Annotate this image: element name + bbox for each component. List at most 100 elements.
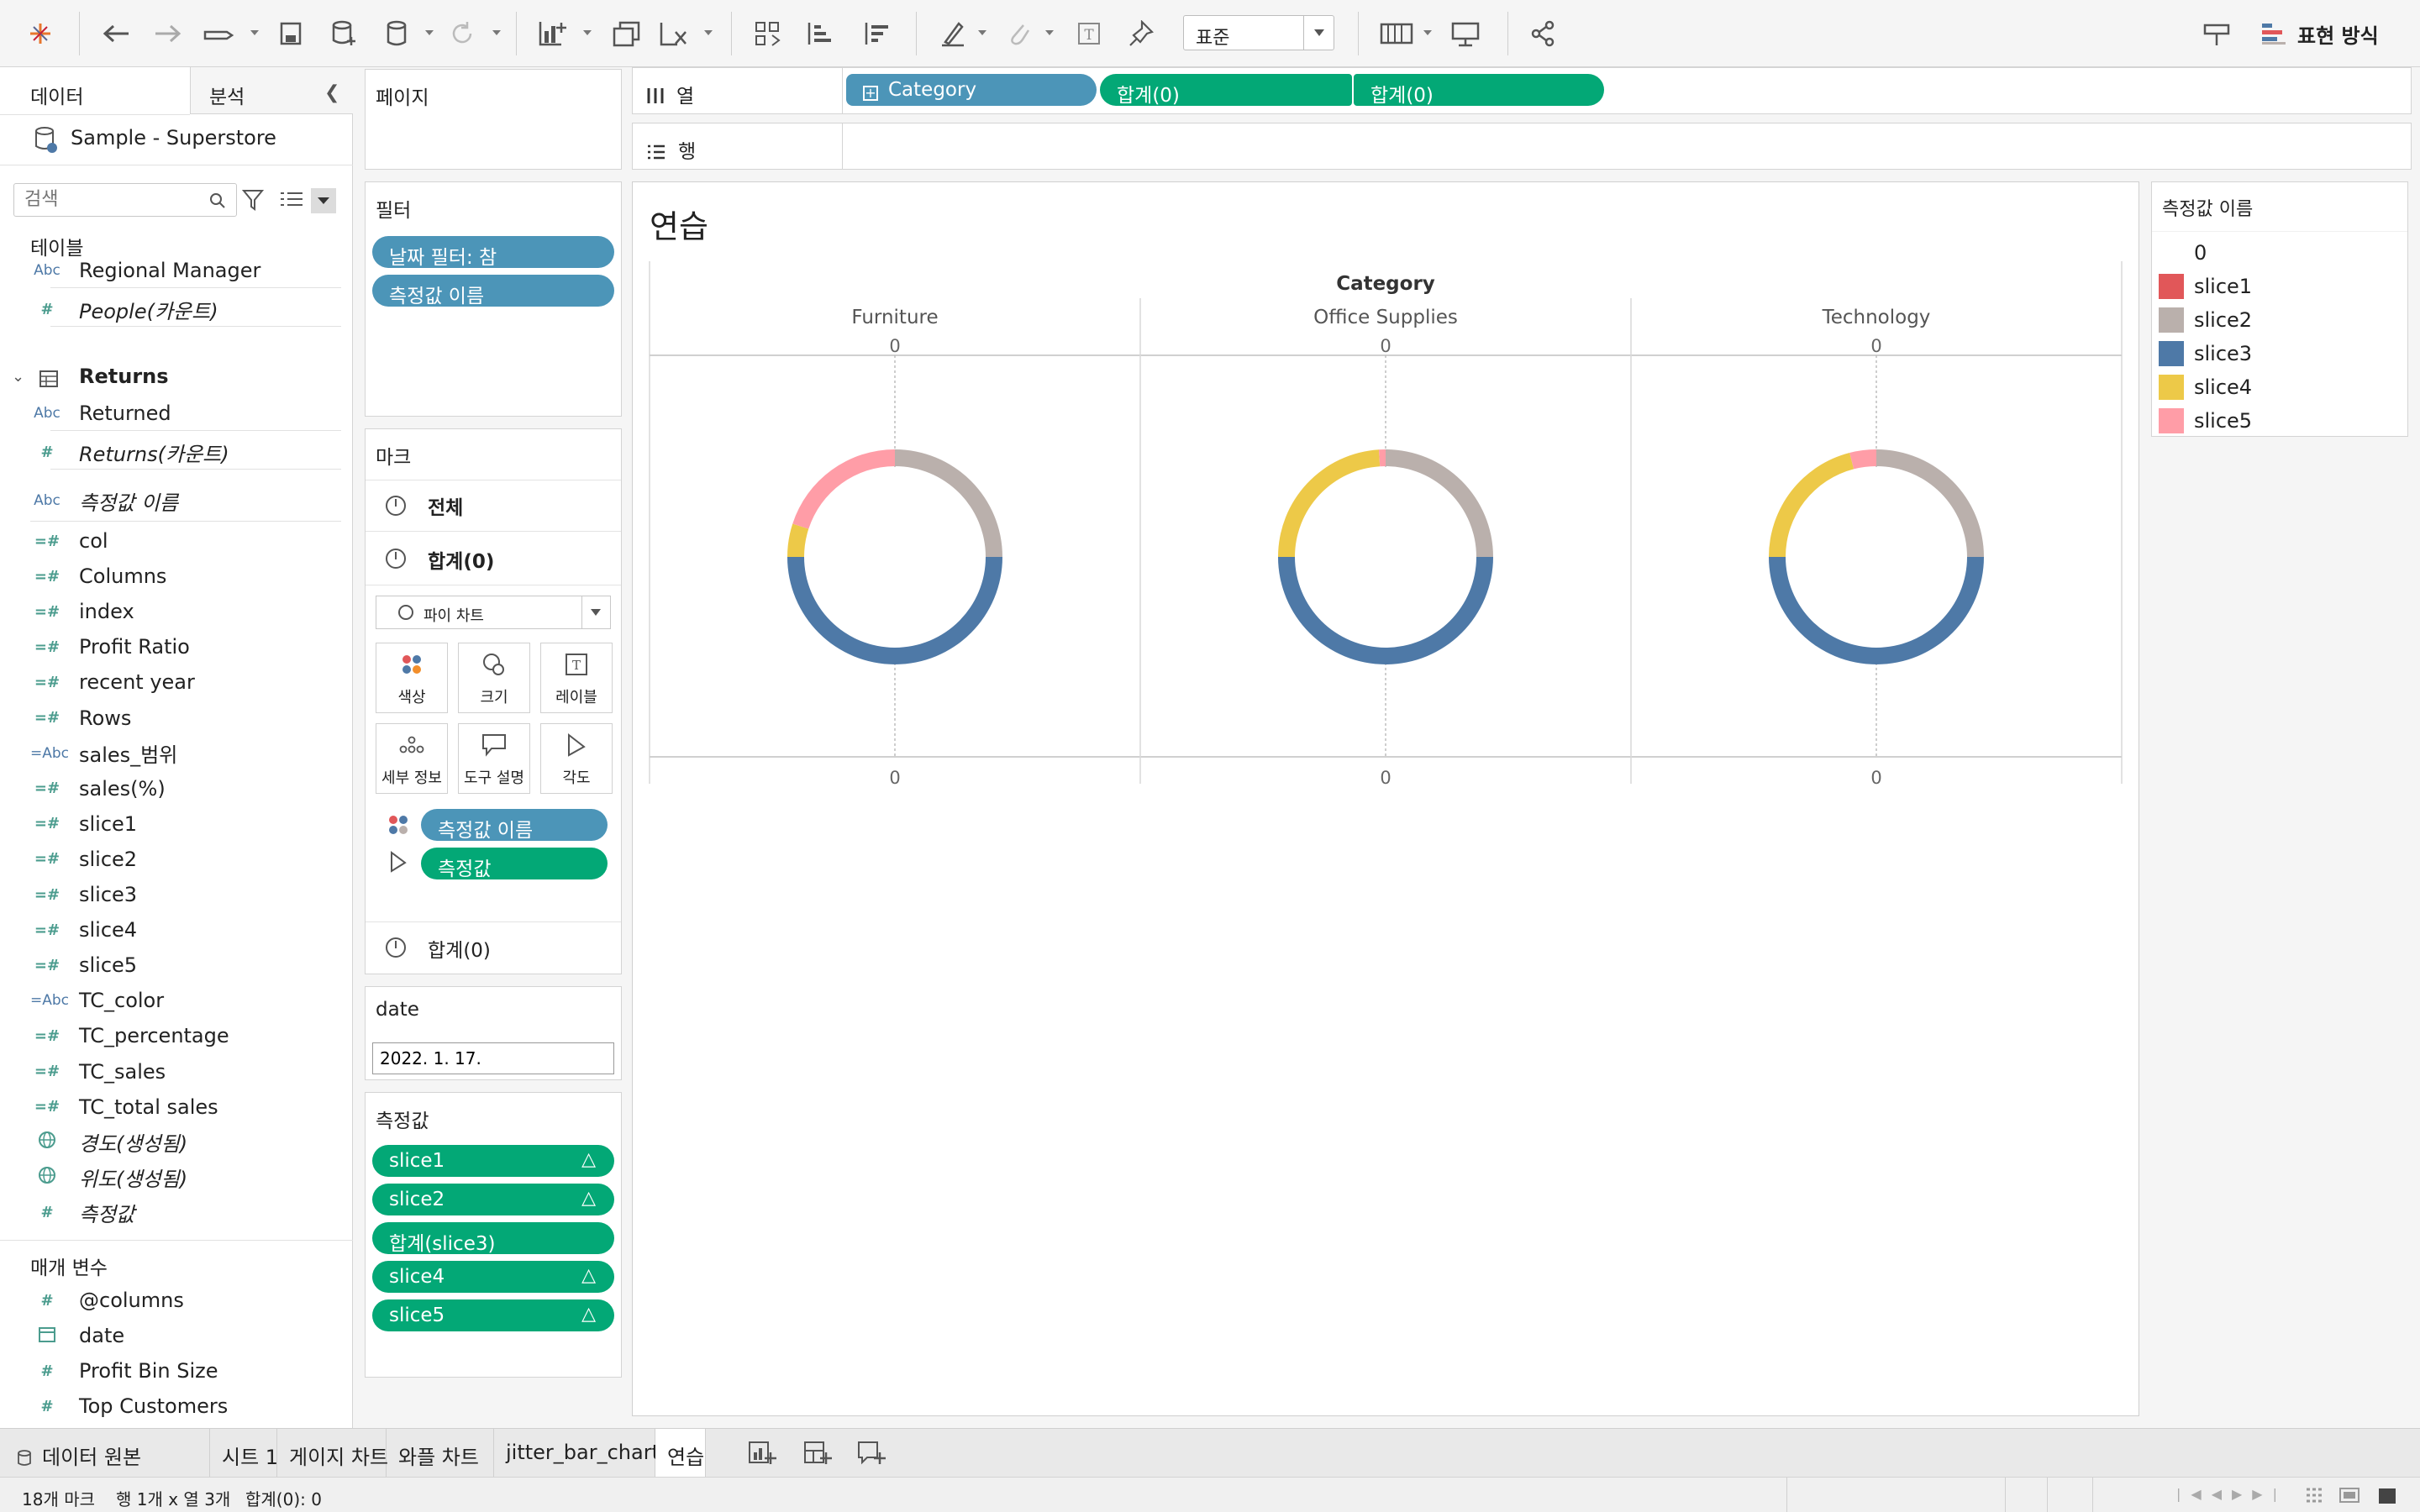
date-parameter-input[interactable] xyxy=(372,1042,614,1074)
size-button[interactable]: 크기 xyxy=(458,643,530,713)
field-slice1[interactable]: =# slice1 xyxy=(0,807,353,841)
field-profit-ratio[interactable]: =# Profit Ratio xyxy=(0,630,353,664)
color-button[interactable]: 색상 xyxy=(376,643,448,713)
filter-pill-date[interactable]: 날짜 필터: 참 xyxy=(372,236,614,269)
legend-item[interactable]: slice3 xyxy=(2159,337,2252,370)
field-recent-year[interactable]: =# recent year xyxy=(0,665,353,699)
field-경도-생성됨-[interactable]: 경도(생성됨) xyxy=(0,1126,353,1159)
field-index[interactable]: =# index xyxy=(0,595,353,628)
field-profit-bin-size[interactable]: # Profit Bin Size xyxy=(0,1354,353,1388)
datasource-name[interactable]: Sample - Superstore xyxy=(71,126,276,150)
new-dashboard-tab-icon[interactable] xyxy=(803,1441,832,1469)
sheet-tab[interactable]: jitter_bar_chart xyxy=(494,1429,660,1477)
measure-value-pill[interactable]: slice1 △ xyxy=(372,1145,614,1177)
tab-data-source[interactable]: 데이터 원본 xyxy=(0,1429,210,1477)
columns-pill-category[interactable]: + Category xyxy=(846,74,1097,106)
detail-button[interactable]: 세부 정보 xyxy=(376,723,448,794)
new-datasource-icon[interactable] xyxy=(328,17,361,50)
show-cards-icon[interactable] xyxy=(1380,17,1413,50)
filter-pill-measure-names[interactable]: 측정값 이름 xyxy=(372,275,614,307)
marks-all-row[interactable]: 전체 xyxy=(366,480,621,532)
show-mark-labels-icon[interactable]: T xyxy=(1072,17,1106,50)
show-tabs-icon[interactable] xyxy=(2378,1488,2396,1504)
fit-select[interactable]: 표준 xyxy=(1183,15,1334,50)
duplicate-sheet-icon[interactable] xyxy=(610,17,644,50)
field-tc-sales[interactable]: =# TC_sales xyxy=(0,1055,353,1089)
collapse-pane-icon[interactable]: ❮ xyxy=(324,82,339,103)
search-input[interactable] xyxy=(14,184,182,214)
field-sales-범위[interactable]: =Abc sales_범위 xyxy=(0,737,353,770)
sheet-tab[interactable]: 시트 1 xyxy=(210,1429,278,1477)
field-위도-생성됨-[interactable]: 위도(생성됨) xyxy=(0,1161,353,1194)
chevron-down-icon[interactable] xyxy=(581,596,610,628)
replay-icon[interactable] xyxy=(202,17,235,50)
sheet-sorter-icon[interactable] xyxy=(2306,1488,2323,1503)
legend-item[interactable]: 0 xyxy=(2159,236,2207,270)
field-slice4[interactable]: =# slice4 xyxy=(0,913,353,947)
refresh-icon[interactable] xyxy=(445,17,479,50)
field-returns-카운트-[interactable]: # Returns(카운트) xyxy=(0,435,353,469)
view-toolbar-icon[interactable] xyxy=(2200,17,2233,50)
legend-item[interactable]: slice4 xyxy=(2159,370,2252,404)
measure-value-pill[interactable]: slice2 △ xyxy=(372,1184,614,1215)
redo-icon[interactable] xyxy=(151,17,185,50)
share-icon[interactable] xyxy=(1526,17,1560,50)
show-me-button[interactable]: 표현 방식 xyxy=(2260,17,2379,50)
field-sales-[interactable]: =# sales(%) xyxy=(0,772,353,806)
field-columns[interactable]: =# Columns xyxy=(0,559,353,593)
view-options-dropdown[interactable] xyxy=(311,188,336,213)
rows-shelf[interactable]: 행 xyxy=(632,123,2412,170)
tableau-logo-icon[interactable] xyxy=(24,17,57,50)
angle-button[interactable]: 각도 xyxy=(540,723,613,794)
filters-card[interactable]: 필터 날짜 필터: 참 측정값 이름 xyxy=(365,181,622,417)
sort-descending-icon[interactable] xyxy=(860,17,894,50)
sheet-navigation-icons[interactable]: |◀◀▶▶| xyxy=(2176,1486,2287,1502)
group-members-icon[interactable] xyxy=(1002,17,1035,50)
list-view-icon[interactable] xyxy=(279,190,304,210)
clear-sheet-icon[interactable] xyxy=(657,17,691,50)
search-field[interactable] xyxy=(13,183,237,217)
undo-icon[interactable] xyxy=(99,17,133,50)
field-측정값[interactable]: # 측정값 xyxy=(0,1196,353,1230)
marks-sum-row-2[interactable]: 합계(0) xyxy=(366,921,621,974)
columns-pill-sum-2[interactable]: 합계(0) xyxy=(1354,74,1604,107)
chevron-down-icon[interactable] xyxy=(1303,16,1334,50)
worksheet-view[interactable]: 연습 Category Furniture 0 0 Office Supplies 0 0 T… xyxy=(632,181,2139,1416)
color-legend[interactable]: 측정값 이름 0 slice1 slice2 slice3 slice4 slice5 xyxy=(2151,181,2408,437)
pages-card[interactable]: 페이지 xyxy=(365,69,622,170)
legend-item[interactable]: slice1 xyxy=(2159,270,2252,303)
highlight-icon[interactable] xyxy=(936,17,970,50)
sort-ascending-icon[interactable] xyxy=(803,17,837,50)
field-people-카운트-[interactable]: # People(카운트) xyxy=(0,292,353,326)
columns-pill-sum-1[interactable]: 합계(0) xyxy=(1100,74,1352,107)
sheet-tab[interactable]: 연습 xyxy=(655,1429,706,1477)
field-regional-manager[interactable]: Abc Regional Manager xyxy=(0,254,353,287)
tooltip-button[interactable]: 도구 설명 xyxy=(458,723,530,794)
field-tc-total-sales[interactable]: =# TC_total sales xyxy=(0,1090,353,1124)
measure-names-field[interactable]: Abc 측정값 이름 xyxy=(0,484,353,517)
field-slice3[interactable]: =# slice3 xyxy=(0,878,353,911)
field-slice2[interactable]: =# slice2 xyxy=(0,843,353,876)
legend-item[interactable]: slice2 xyxy=(2159,303,2252,337)
measure-value-pill[interactable]: slice5 △ xyxy=(372,1299,614,1331)
new-story-tab-icon[interactable] xyxy=(857,1441,886,1469)
field-date[interactable]: date xyxy=(0,1319,353,1352)
filmstrip-icon[interactable] xyxy=(2339,1488,2360,1503)
field-top-customers[interactable]: # Top Customers xyxy=(0,1389,353,1423)
fix-axes-icon[interactable] xyxy=(1124,17,1158,50)
field-rows[interactable]: =# Rows xyxy=(0,701,353,735)
swap-rows-columns-icon[interactable] xyxy=(751,17,785,50)
field-slice5[interactable]: =# slice5 xyxy=(0,948,353,982)
mark-type-select[interactable]: 파이 차트 xyxy=(376,596,611,629)
filter-icon[interactable] xyxy=(242,188,264,212)
sheet-tab[interactable]: 게이지 차트 xyxy=(277,1429,388,1477)
new-worksheet-icon[interactable] xyxy=(536,17,570,50)
columns-shelf[interactable]: 열 + Category 합계(0) 합계(0) xyxy=(632,67,2412,114)
new-worksheet-tab-icon[interactable] xyxy=(748,1441,776,1469)
field-returned[interactable]: Abc Returned xyxy=(0,396,353,430)
chevron-down-icon[interactable]: ⌄ xyxy=(12,368,24,386)
sheet-tab[interactable]: 와플 차트 xyxy=(387,1429,494,1477)
label-button[interactable]: T 레이블 xyxy=(540,643,613,713)
measure-value-pill[interactable]: 합계(slice3) xyxy=(372,1222,614,1255)
save-icon[interactable] xyxy=(274,17,308,50)
